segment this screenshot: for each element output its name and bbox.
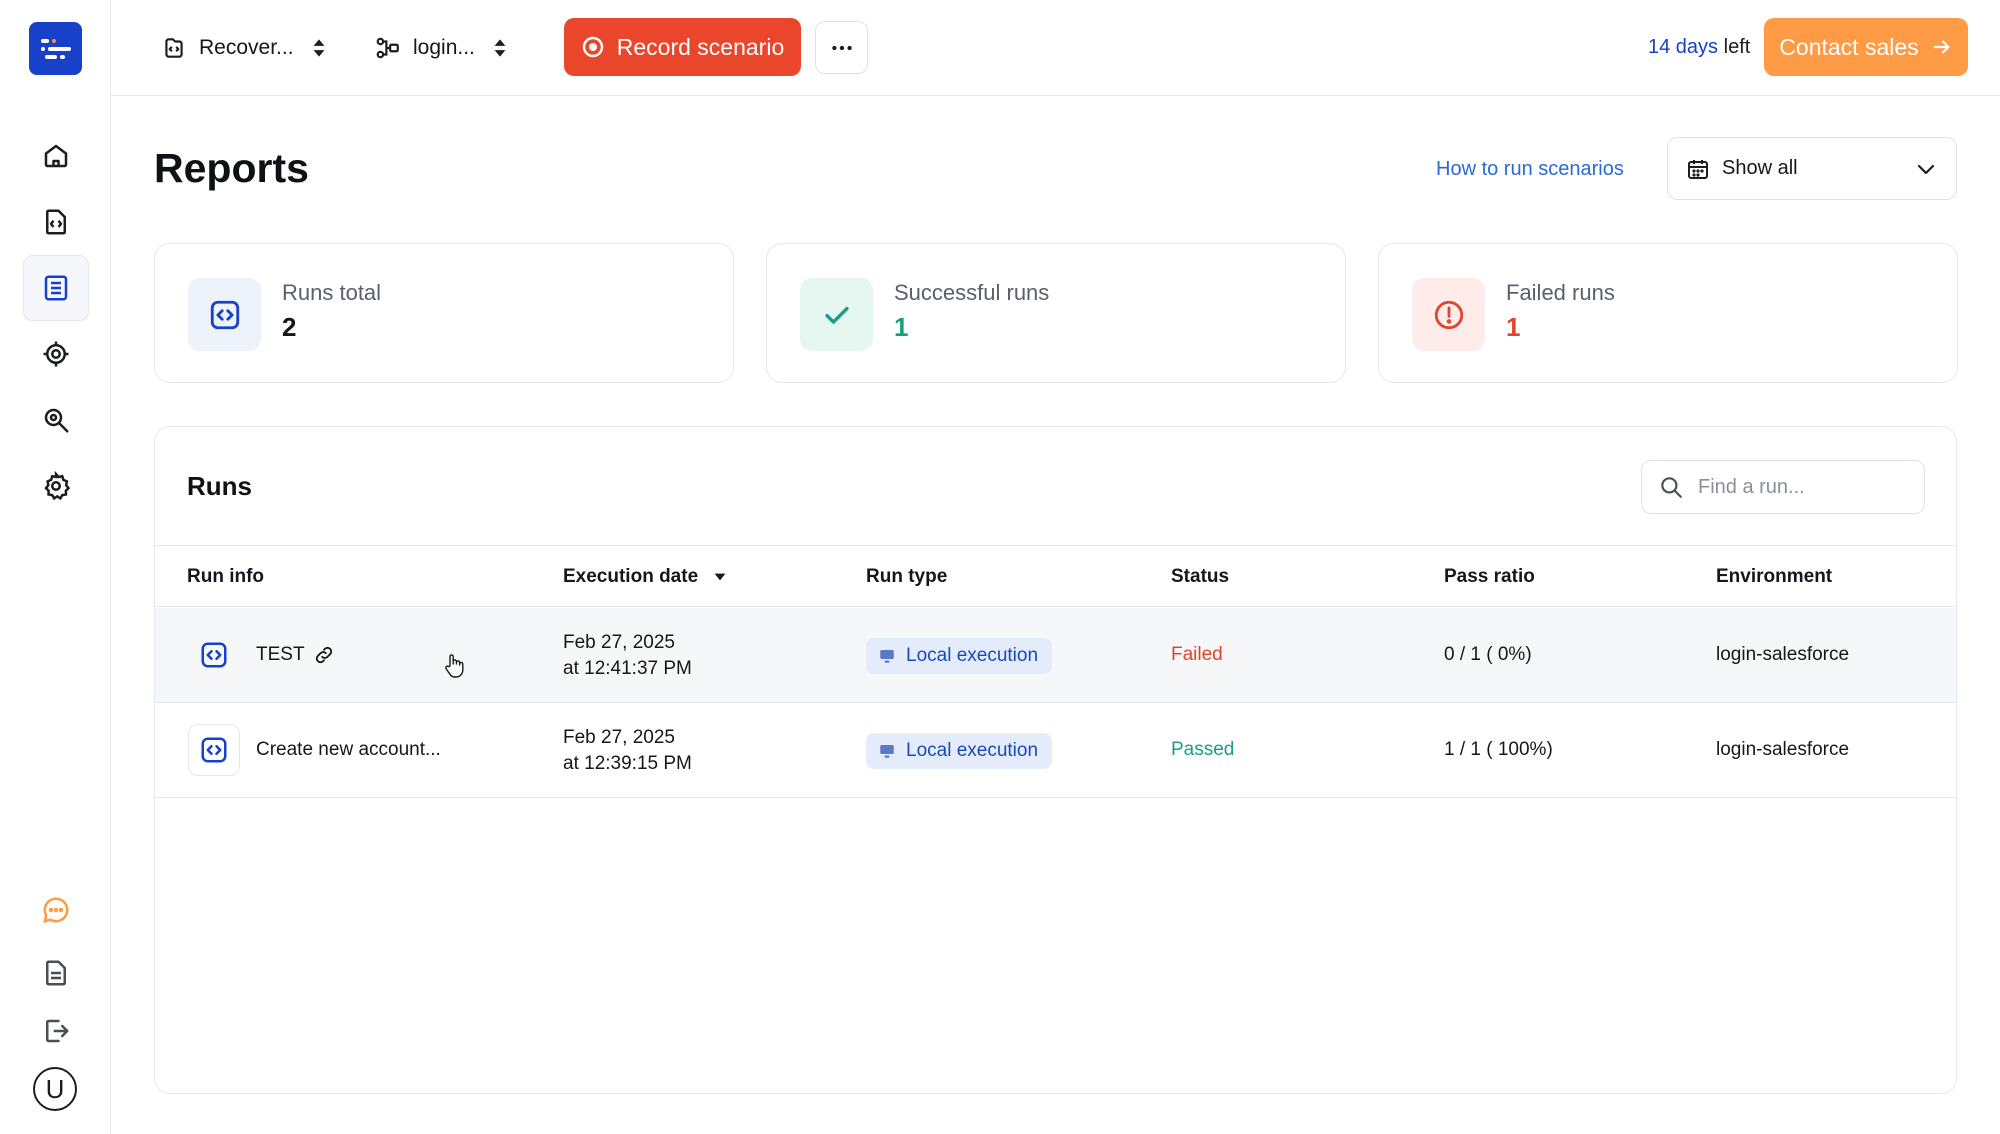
execution-date: Feb 27, 2025 at 12:41:37 PM (563, 632, 692, 679)
search-icon (1661, 477, 1682, 498)
date-filter-select[interactable]: Show all (1667, 137, 1957, 200)
logout-icon (46, 1019, 69, 1043)
chat-icon (42, 897, 69, 924)
column-environment[interactable]: Environment (1716, 566, 1832, 588)
calendar-icon (1688, 159, 1708, 179)
run-icon-box (188, 629, 240, 681)
contact-sales-button[interactable]: Contact sales (1764, 18, 1968, 76)
stat-icon-box (188, 278, 261, 351)
scenario-file-icon (165, 38, 183, 58)
docs-icon (46, 960, 66, 986)
alert-icon (1434, 300, 1463, 329)
stat-label: Failed runs (1506, 280, 1615, 305)
record-icon (582, 36, 603, 58)
updown-chevron-icon (494, 39, 506, 57)
status-badge: Failed (1171, 644, 1223, 665)
runs-panel: Runs Run info Execution date Run type St… (154, 426, 1957, 1094)
stat-card-failed-runs: Failed runs 1 (1378, 243, 1958, 383)
stat-label: Successful runs (894, 280, 1050, 305)
top-bar: Recover... login... Record scenario 14 d… (111, 0, 2000, 96)
project-selector[interactable]: Recover... (161, 28, 332, 68)
page-title: Reports (154, 145, 309, 191)
run-icon-box (188, 724, 240, 776)
run-type-badge: Local execution (866, 638, 1053, 674)
inspect-icon (44, 408, 69, 433)
computer-icon (880, 745, 894, 758)
more-horizontal-icon (831, 45, 852, 50)
table-header: Run info Execution date Run type Status … (155, 545, 1956, 607)
app-logo[interactable] (29, 22, 82, 75)
column-status[interactable]: Status (1171, 566, 1229, 588)
sidebar-item-reports[interactable] (23, 255, 89, 321)
stat-icon-box (800, 278, 873, 351)
updown-chevron-icon (313, 39, 324, 57)
runs-title: Runs (187, 471, 252, 501)
sort-desc-icon (714, 573, 726, 581)
sidebar-item-integrations[interactable] (23, 321, 89, 387)
check-icon (824, 306, 849, 324)
table-row[interactable]: Create new account... Feb 27, 2025 at 12… (155, 703, 1956, 798)
environment-selector[interactable]: login... (375, 28, 513, 68)
stat-label: Runs total (282, 280, 382, 305)
sidebar-item-home[interactable] (23, 123, 89, 189)
chevron-down-icon (1917, 164, 1935, 174)
code-icon (201, 737, 227, 763)
table-row[interactable]: TEST Feb 27, 2025 at 12:41:37 PM Local e… (155, 608, 1956, 703)
integrations-icon (43, 341, 69, 367)
computer-icon (880, 650, 894, 663)
stat-card-successful-runs: Successful runs 1 (766, 243, 1346, 383)
run-name[interactable]: TEST (256, 644, 335, 666)
environment: login-salesforce (1716, 644, 1850, 665)
cursor-hand-icon (445, 654, 464, 678)
stat-icon-box (1412, 278, 1485, 351)
sidebar-item-settings[interactable] (23, 453, 89, 519)
column-execution-date[interactable]: Execution date (563, 566, 728, 588)
code-icon (201, 642, 227, 668)
sidebar-item-inspect[interactable] (23, 387, 89, 453)
column-run-type[interactable]: Run type (866, 566, 947, 588)
code-icon (210, 300, 239, 329)
environment-icon (376, 37, 399, 59)
run-name[interactable]: Create new account... (256, 739, 441, 761)
stat-value: 1 (1506, 312, 1521, 342)
arrow-right-icon (1933, 40, 1950, 54)
link-icon[interactable] (313, 644, 335, 666)
run-type-badge: Local execution (866, 733, 1053, 769)
settings-icon (44, 471, 71, 501)
stat-value: 2 (282, 312, 297, 342)
environment: login-salesforce (1716, 739, 1850, 760)
search-box[interactable] (1641, 460, 1925, 514)
stat-value: 1 (894, 312, 909, 342)
more-options-button[interactable] (815, 21, 868, 74)
execution-date: Feb 27, 2025 at 12:39:15 PM (563, 727, 692, 774)
pass-ratio: 1 / 1 ( 100%) (1444, 739, 1553, 760)
column-pass-ratio[interactable]: Pass ratio (1444, 566, 1535, 588)
column-run-info[interactable]: Run info (187, 566, 264, 588)
home-icon (44, 144, 68, 168)
record-scenario-button[interactable]: Record scenario (564, 18, 801, 76)
trial-remaining: 14 days left (1648, 36, 1751, 58)
sidebar-item-chat[interactable] (23, 877, 89, 943)
how-to-run-link[interactable]: How to run scenarios (1436, 158, 1624, 181)
sidebar-item-scenarios[interactable] (23, 189, 89, 255)
stat-card-runs-total: Runs total 2 (154, 243, 734, 383)
sidebar-item-logout[interactable] (23, 998, 89, 1064)
sidebar-item-docs[interactable] (23, 940, 89, 1006)
avatar[interactable]: U (33, 1067, 77, 1111)
pass-ratio: 0 / 1 ( 0%) (1444, 644, 1532, 665)
scenarios-icon (46, 209, 66, 235)
search-input[interactable] (1698, 475, 1898, 499)
status-badge: Passed (1171, 739, 1235, 760)
sidebar: U (0, 0, 111, 1134)
logo-icon (40, 38, 71, 59)
reports-icon (44, 275, 68, 301)
